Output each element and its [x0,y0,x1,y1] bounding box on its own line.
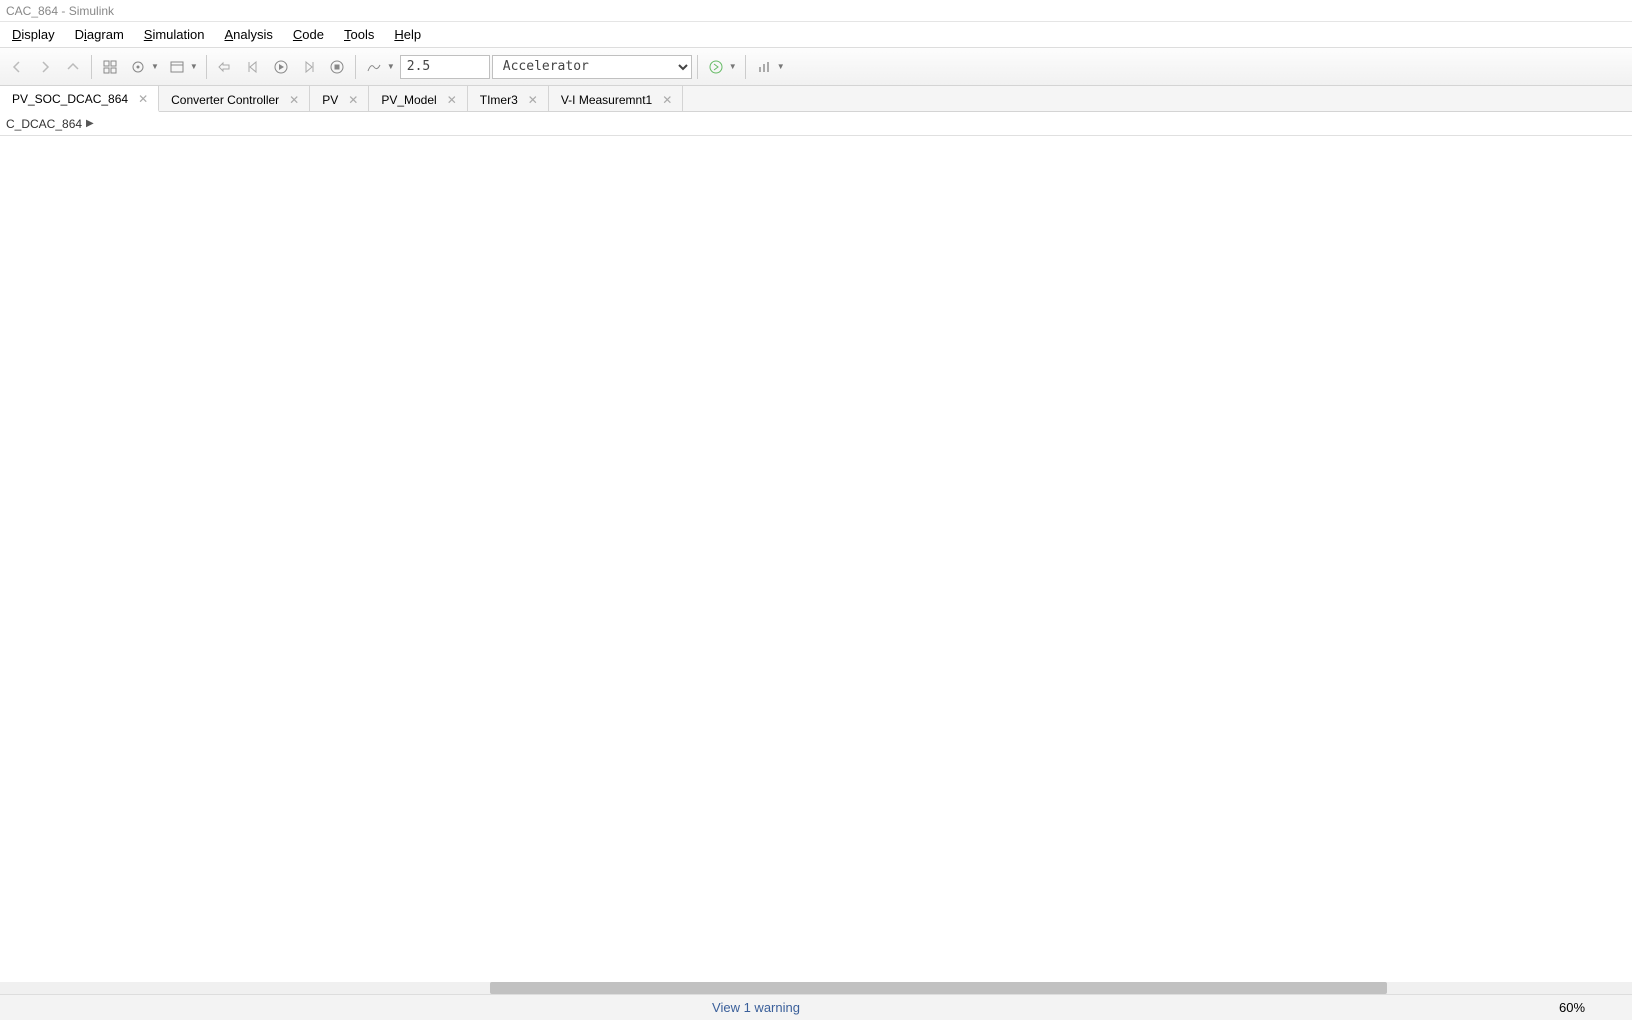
chevron-right-icon: ▶ [86,118,94,129]
tool-bar: ▼ ▼ ▼ Accelerator ▼ ▼ [0,48,1632,86]
close-icon[interactable]: ✕ [138,92,148,106]
dropdown-arrow-icon[interactable]: ▼ [190,62,198,71]
tab-timer3[interactable]: TImer3✕ [468,86,549,111]
update-diagram-button[interactable] [212,54,238,80]
run-button[interactable] [268,54,294,80]
menu-analysis[interactable]: Analysis [214,24,282,45]
breadcrumb: C_DCAC_864 ▶ [0,112,1632,136]
menu-code[interactable]: Code [283,24,334,45]
model-config-button[interactable] [125,54,151,80]
dropdown-arrow-icon[interactable]: ▼ [387,62,395,71]
tab-converter-controller[interactable]: Converter Controller✕ [159,86,310,111]
tab-pv[interactable]: PV✕ [310,86,369,111]
step-back-button[interactable] [240,54,266,80]
library-browser-button[interactable] [97,54,123,80]
fast-restart-button[interactable] [703,54,729,80]
close-icon[interactable]: ✕ [662,93,672,107]
menu-diagram[interactable]: Diagram [65,24,134,45]
tab-main[interactable]: PV_SOC_DCAC_864✕ [0,86,159,112]
window-title: CAC_864 - Simulink [6,4,114,18]
dropdown-arrow-icon[interactable]: ▼ [777,62,785,71]
stop-button[interactable] [324,54,350,80]
close-icon[interactable]: ✕ [289,93,299,107]
model-tabs: PV_SOC_DCAC_864✕ Converter Controller✕ P… [0,86,1632,112]
close-icon[interactable]: ✕ [528,93,538,107]
scopes-button[interactable] [751,54,777,80]
nav-up-button[interactable] [60,54,86,80]
status-warning-link[interactable]: View 1 warning [0,1000,1512,1015]
step-forward-button[interactable] [296,54,322,80]
stop-time-input[interactable] [400,55,490,79]
status-zoom[interactable]: 60% [1512,1000,1632,1015]
breadcrumb-root[interactable]: C_DCAC_864 [6,117,82,131]
nav-back-button[interactable] [4,54,30,80]
menu-help[interactable]: Help [384,24,431,45]
tab-vi-measurement[interactable]: V-I Measuremnt1✕ [549,86,683,111]
model-explorer-button[interactable] [164,54,190,80]
close-icon[interactable]: ✕ [348,93,358,107]
simulation-mode-select[interactable]: Accelerator [492,55,692,79]
horizontal-scrollbar[interactable] [0,982,1632,994]
status-bar: View 1 warning 60% [0,994,1632,1020]
window-title-bar: CAC_864 - Simulink [0,0,1632,22]
menu-simulation[interactable]: Simulation [134,24,215,45]
menu-tools[interactable]: Tools [334,24,384,45]
tab-pv-model[interactable]: PV_Model✕ [369,86,467,111]
menu-display[interactable]: Display [2,24,65,45]
nav-forward-button[interactable] [32,54,58,80]
menu-bar: Display Diagram Simulation Analysis Code… [0,22,1632,48]
scrollbar-thumb[interactable] [490,982,1388,994]
record-button[interactable] [361,54,387,80]
dropdown-arrow-icon[interactable]: ▼ [151,62,159,71]
dropdown-arrow-icon[interactable]: ▼ [729,62,737,71]
close-icon[interactable]: ✕ [447,93,457,107]
